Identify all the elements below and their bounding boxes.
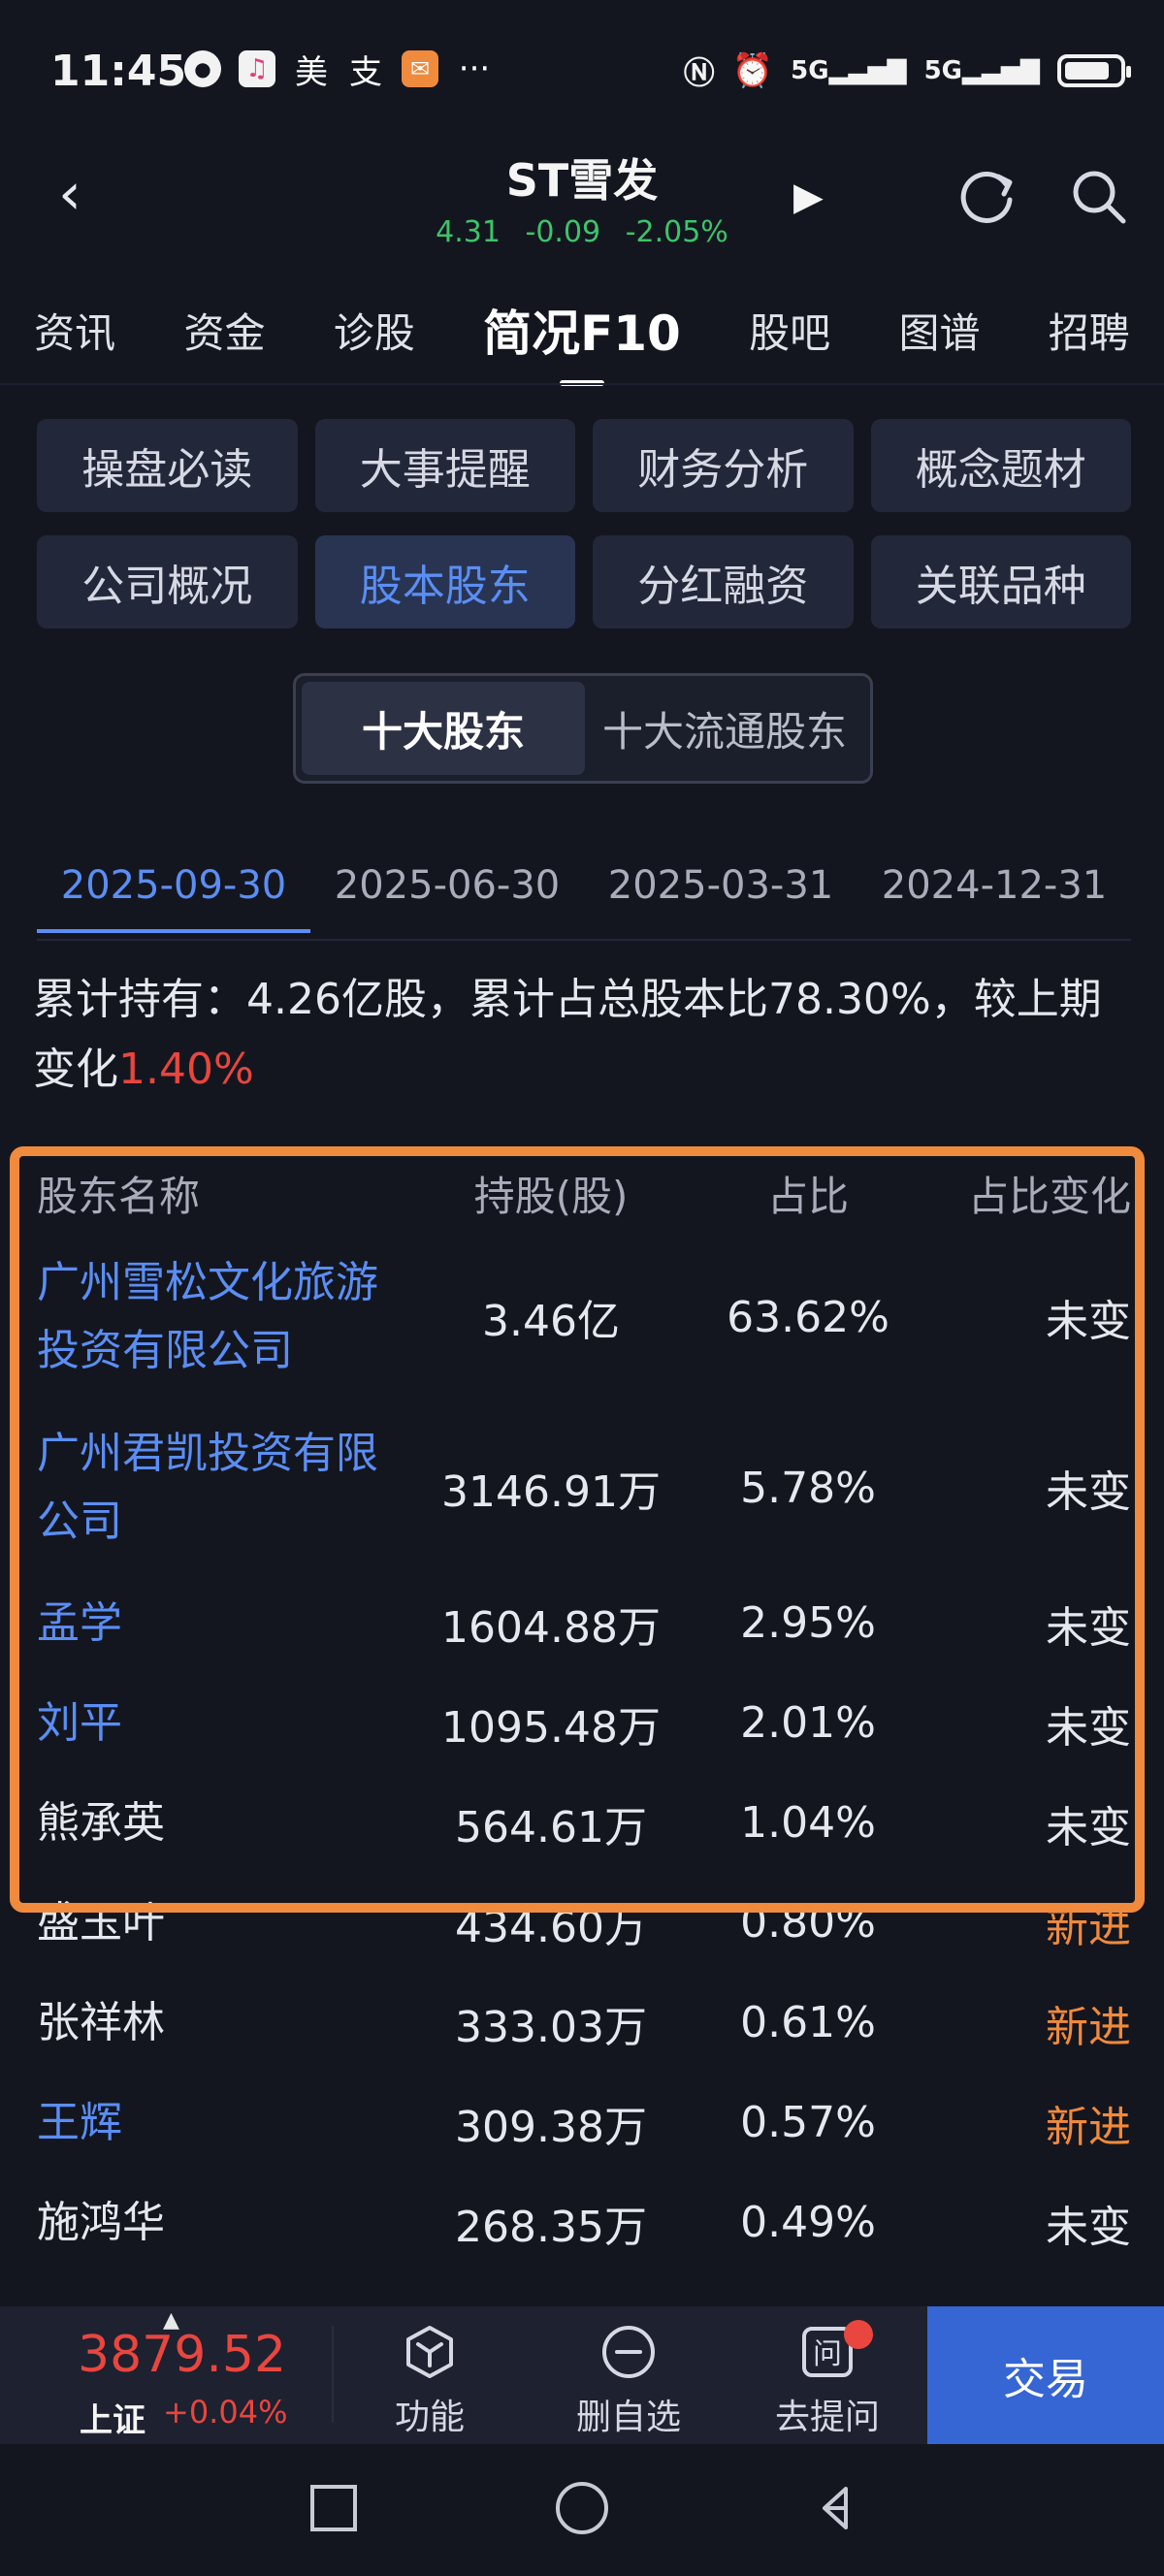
segment-top10-float[interactable]: 十大流通股东 xyxy=(585,682,864,775)
remove-watchlist-label: 删自选 xyxy=(575,2398,681,2437)
shares-held: 309.38万 xyxy=(455,2102,647,2152)
main-tabs: 资讯 资金 诊股 简况F10 股吧 图谱 招聘 xyxy=(0,291,1164,369)
bottom-separator xyxy=(332,2326,334,2423)
subtab-financial-analysis[interactable]: 财务分析 xyxy=(593,419,854,512)
alipay-text-icon: 支 xyxy=(349,52,382,92)
status-icons-right: Ⓝ ⏰ 5G▂▃▅▇ 5G▂▃▅▇ xyxy=(683,48,1131,93)
date-divider xyxy=(37,939,1131,941)
ask-question-label: 去提问 xyxy=(774,2398,880,2437)
shareholder-name[interactable]: 王辉 xyxy=(37,2089,405,2157)
table-row: 张祥林 333.03万 0.61% 新进 xyxy=(37,1973,1131,2073)
date-tab-2[interactable]: 2025-06-30 xyxy=(310,863,584,931)
tab-f10[interactable]: 简况F10 xyxy=(483,295,681,365)
signal-5g-icon-2: 5G▂▃▅▇ xyxy=(923,56,1040,85)
tab-graph[interactable]: 图谱 xyxy=(898,301,980,360)
index-change: +0.04% xyxy=(163,2394,288,2431)
home-icon xyxy=(556,2482,608,2534)
segment-top10[interactable]: 十大股东 xyxy=(302,682,585,775)
meituan-text-icon: 美 xyxy=(295,52,328,92)
trade-button[interactable]: 交易 xyxy=(927,2306,1164,2444)
tab-funds[interactable]: 资金 xyxy=(183,301,265,360)
status-time: 11:45 xyxy=(50,47,187,96)
table-row: 施鸿华 268.35万 0.49% 未变 xyxy=(37,2173,1131,2272)
refresh-icon[interactable] xyxy=(955,165,1019,229)
back-nav-icon xyxy=(823,2487,848,2529)
date-tab-4[interactable]: 2024-12-31 xyxy=(857,863,1131,931)
red-envelope-icon: ✉ xyxy=(402,50,438,87)
more-dots-icon: ··· xyxy=(458,49,491,88)
subtab-dividends[interactable]: 分红融资 xyxy=(593,535,854,628)
function-label: 功能 xyxy=(394,2398,465,2437)
search-icon[interactable] xyxy=(1067,165,1131,229)
table-row: 王辉 309.38万 0.57% 新进 xyxy=(37,2073,1131,2173)
subtab-related[interactable]: 关联品种 xyxy=(870,535,1131,628)
report-date-tabs: 2025-09-30 2025-06-30 2025-03-31 2024-12… xyxy=(37,863,1131,933)
shareholder-name: 施鸿华 xyxy=(37,2197,165,2247)
summary-change: 1.40% xyxy=(118,1045,254,1094)
remove-circle-icon xyxy=(599,2323,658,2381)
notification-dot xyxy=(844,2320,873,2349)
status-icons-left: ● ♫ 美 支 ✉ ··· xyxy=(184,49,493,92)
recent-apps-icon xyxy=(310,2485,357,2531)
alarm-icon: ⏰ xyxy=(731,51,774,90)
next-stock-icon[interactable]: ▶ xyxy=(793,175,824,219)
function-button[interactable]: 功能 xyxy=(357,2323,502,2439)
stock-price: 4.31 xyxy=(436,215,501,249)
shareholder-name: 张祥林 xyxy=(37,1997,165,2047)
date-tab-3[interactable]: 2025-03-31 xyxy=(584,863,857,931)
stock-change: -0.09 xyxy=(525,215,601,249)
subtab-company-overview[interactable]: 公司概况 xyxy=(37,535,298,628)
f10-sub-tabs: 操盘必读 大事提醒 财务分析 概念题材 公司概况 股本股东 分红融资 关联品种 xyxy=(37,419,1131,628)
music-app-icon: ♫ xyxy=(239,50,275,87)
tab-news[interactable]: 资讯 xyxy=(34,301,115,360)
subtab-event-reminder[interactable]: 大事提醒 xyxy=(314,419,575,512)
highlight-box xyxy=(10,1146,1145,1913)
ask-question-button[interactable]: 问 去提问 xyxy=(755,2323,900,2439)
subtab-trading-must-read[interactable]: 操盘必读 xyxy=(37,419,298,512)
ratio-change: 未变 xyxy=(1046,2202,1131,2252)
shareholder-type-toggle: 十大股东 十大流通股东 xyxy=(293,673,873,784)
holding-ratio: 0.57% xyxy=(740,2098,876,2147)
tab-forum[interactable]: 股吧 xyxy=(749,301,830,360)
signal-5g-icon: 5G▂▃▅▇ xyxy=(791,56,907,85)
shares-held: 333.03万 xyxy=(455,2002,647,2052)
nfc-icon: Ⓝ xyxy=(683,54,715,91)
ratio-change: 新进 xyxy=(1046,2102,1131,2152)
index-value[interactable]: 3879.52 xyxy=(78,2326,286,2384)
date-tab-1[interactable]: 2025-09-30 xyxy=(37,863,310,933)
shares-held: 268.35万 xyxy=(455,2202,647,2252)
tab-recruit[interactable]: 招聘 xyxy=(1049,301,1130,360)
ratio-change: 新进 xyxy=(1046,2002,1131,2052)
holding-ratio: 0.49% xyxy=(740,2198,876,2247)
hexagon-function-icon xyxy=(401,2323,459,2381)
stock-change-pct: -2.05% xyxy=(625,215,728,249)
holding-ratio: 0.61% xyxy=(740,1998,876,2047)
tab-diagnosis[interactable]: 诊股 xyxy=(334,301,415,360)
system-nav-bar xyxy=(0,2444,1164,2572)
holding-summary: 累计持有：4.26亿股，累计占总股本比78.30%，较上期变化1.40% xyxy=(33,965,1139,1105)
subtab-concepts[interactable]: 概念题材 xyxy=(870,419,1131,512)
battery-icon xyxy=(1057,54,1131,87)
subtab-shareholders[interactable]: 股本股东 xyxy=(314,535,575,628)
header-divider xyxy=(0,383,1164,385)
svg-text:问: 问 xyxy=(813,2337,842,2371)
chat-bubble-icon: ● xyxy=(184,50,221,87)
index-name: 上证 xyxy=(80,2401,146,2440)
remove-watchlist-button[interactable]: 删自选 xyxy=(556,2323,701,2439)
